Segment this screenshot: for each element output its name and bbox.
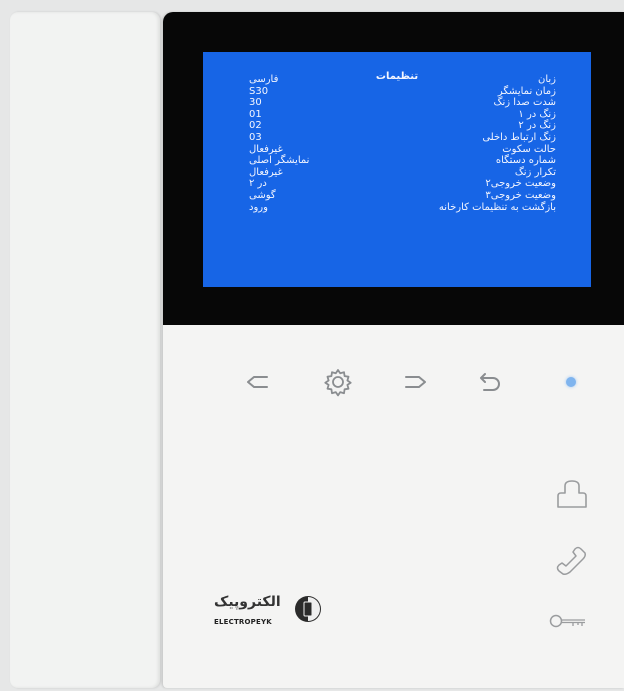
settings-row-label: زبان xyxy=(537,74,556,85)
handset-icon xyxy=(556,546,586,575)
intercom-handset[interactable] xyxy=(10,12,160,688)
settings-row[interactable]: زنگ ارتباط داخلی 03 xyxy=(203,133,591,144)
settings-row[interactable]: شدت صدا زنگ 30 xyxy=(203,98,591,109)
settings-row-label: بازگشت به تنظیمات کارخانه xyxy=(438,201,556,213)
brand-logo: الکتروپیک ELECTROPEYK xyxy=(210,592,330,630)
key-button[interactable] xyxy=(548,603,588,639)
settings-row-label: زنگ در ۱ xyxy=(518,108,556,120)
back-button[interactable] xyxy=(241,365,275,399)
brand-name-fa: الکتروپیک xyxy=(214,594,281,610)
settings-row-label: زنگ در ۲ xyxy=(518,120,556,132)
settings-row-value: گوشی xyxy=(249,190,276,201)
brand-mark-icon xyxy=(295,596,321,622)
status-indicator-led xyxy=(566,377,576,387)
settings-row[interactable]: وضعیت خروجی۳ گوشی xyxy=(203,191,591,202)
settings-row[interactable]: زبان فارسی xyxy=(203,75,591,86)
settings-row-value: 01 xyxy=(249,108,262,120)
settings-row-value: S30 xyxy=(249,85,269,97)
settings-row-value: در ۲ xyxy=(249,178,267,190)
settings-row-label: وضعیت خروجی۲ xyxy=(485,178,556,190)
settings-row-value: ورود xyxy=(249,201,268,213)
settings-row-value: فارسی xyxy=(249,74,279,85)
settings-row-label: زمان نمایشگر xyxy=(497,85,556,97)
settings-row-value: غیرفعال xyxy=(249,143,283,155)
settings-row-value: غیرفعال xyxy=(249,166,283,178)
handset-button[interactable] xyxy=(552,541,592,577)
settings-row-label: وضعیت خروجی۳ xyxy=(485,190,556,201)
return-button[interactable] xyxy=(473,365,507,399)
settings-row[interactable]: زنگ در ۲ 02 xyxy=(203,121,591,132)
forward-button[interactable] xyxy=(398,365,432,399)
settings-row-label: شماره دستگاه xyxy=(495,155,556,167)
settings-button[interactable] xyxy=(321,365,355,399)
settings-row-value: 02 xyxy=(249,120,262,132)
settings-row[interactable]: زمان نمایشگر S30 xyxy=(203,85,591,98)
brand-name-en: ELECTROPEYK xyxy=(214,618,272,626)
settings-row[interactable]: شماره دستگاه نمایشگر اصلی xyxy=(203,156,591,167)
back-arrow-icon xyxy=(247,376,268,388)
settings-row-label: حالت سکوت xyxy=(502,143,556,155)
settings-row-label: شدت صدا زنگ xyxy=(493,97,556,109)
settings-row[interactable]: حالت سکوت غیرفعال xyxy=(203,143,591,156)
settings-row[interactable]: بازگشت به تنظیمات کارخانه ورود xyxy=(203,201,591,214)
unlock-icon xyxy=(557,480,587,508)
forward-arrow-icon xyxy=(405,376,426,388)
settings-row-label: زنگ ارتباط داخلی xyxy=(482,132,556,143)
settings-screen: تنظیمات زبان فارسی زمان نمایشگر S30 شدت صدا … xyxy=(203,52,591,287)
gear-icon xyxy=(324,369,352,397)
unlock-button[interactable] xyxy=(552,476,592,512)
settings-row[interactable]: تکرار زنگ غیرفعال xyxy=(203,166,591,179)
settings-row-value: نمایشگر اصلی xyxy=(249,155,310,167)
key-icon xyxy=(549,614,585,628)
settings-row-value: 03 xyxy=(249,132,262,143)
return-icon xyxy=(480,373,500,391)
settings-row-label: تکرار زنگ xyxy=(514,166,556,178)
settings-row-value: 30 xyxy=(249,97,262,109)
settings-row[interactable]: وضعیت خروجی۲ در ۲ xyxy=(203,179,591,190)
